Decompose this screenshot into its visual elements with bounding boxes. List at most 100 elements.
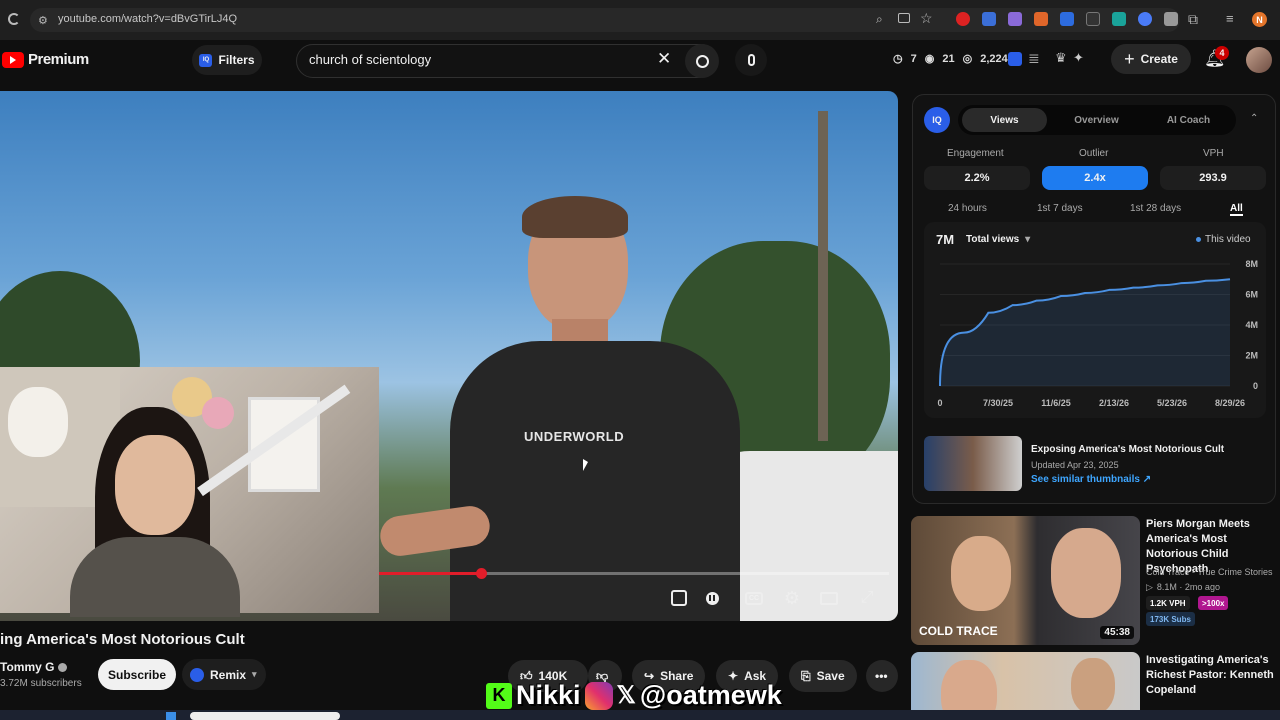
more-actions-button[interactable]: •••: [866, 660, 898, 692]
cursor-icon: [583, 459, 588, 471]
zoom-icon[interactable]: ⌕: [876, 12, 883, 27]
extension-blue-icon[interactable]: [982, 12, 996, 26]
clear-search-icon[interactable]: ✕: [657, 49, 671, 69]
subscribe-label: Subscribe: [107, 667, 167, 682]
account-avatar[interactable]: [1246, 47, 1272, 73]
range-7-days[interactable]: 1st 7 days: [1037, 203, 1083, 214]
rec-thumb-face-left: [951, 536, 1011, 611]
start-icon[interactable]: [166, 712, 176, 720]
profile-avatar-icon[interactable]: N: [1252, 12, 1267, 27]
tab-ai-coach[interactable]: AI Coach: [1146, 108, 1231, 132]
extension-circle-icon[interactable]: [1138, 12, 1152, 26]
extension-red-icon[interactable]: [956, 12, 970, 26]
chart-x-tick: 5/23/26: [1157, 398, 1187, 408]
filters-button[interactable]: IQ Filters: [192, 45, 262, 75]
chart-x-tick: 8/29/26: [1215, 398, 1245, 408]
url-text[interactable]: youtube.com/watch?v=dBvGTirLJ4Q: [58, 13, 237, 25]
chart-y-tick: 8M: [1245, 259, 1258, 269]
captions-icon: CC: [745, 591, 763, 605]
youtube-logo[interactable]: Premium: [2, 51, 89, 68]
similar-thumbnails-link[interactable]: See similar thumbnails ↗: [1031, 474, 1151, 485]
range-all[interactable]: All: [1230, 203, 1243, 216]
reload-icon[interactable]: [8, 13, 20, 25]
list-icon[interactable]: ≣: [1028, 50, 1040, 67]
rec-channel[interactable]: Cold Trace - True Crime Stories: [1146, 567, 1280, 577]
search-icon: [695, 54, 709, 68]
vidiq-menu-icon[interactable]: [1008, 52, 1022, 66]
progress-fill: [379, 572, 481, 575]
vph-label: VPH: [1203, 148, 1224, 159]
search-button[interactable]: [685, 44, 719, 78]
subscribe-button[interactable]: Subscribe: [98, 659, 176, 690]
total-views-label: Total views: [966, 234, 1020, 245]
reading-list-icon[interactable]: ≡: [1226, 11, 1234, 26]
save-label: Save: [816, 669, 845, 683]
vidiq-logo-icon[interactable]: IQ: [924, 107, 950, 133]
utility-pole: [818, 111, 828, 441]
person-shirt: [450, 341, 740, 621]
vidiq-header-stats: ◷ 7 ◉ 21 ◎ 2,224: [893, 52, 1008, 66]
theater-icon: [820, 591, 838, 605]
rec-thumbnail-2[interactable]: [911, 652, 1140, 712]
bookmark-star-icon[interactable]: ☆: [920, 10, 933, 27]
outlier-label: Outlier: [1079, 148, 1109, 159]
rec-thumbnail[interactable]: COLD TRACE 45:38: [911, 516, 1140, 645]
rec-subs-badge: 173K Subs: [1146, 612, 1195, 626]
extension-teal-icon[interactable]: [1112, 12, 1126, 26]
shirt-logo-text: UNDERWORLD: [524, 429, 625, 444]
chart-y-tick: 0: [1253, 381, 1258, 391]
fullscreen-button[interactable]: ⤢: [856, 587, 878, 609]
progress-scrubber[interactable]: [476, 568, 487, 579]
chart-legend: This video: [1196, 234, 1251, 245]
install-icon[interactable]: [898, 13, 910, 23]
youtube-play-icon: [2, 51, 24, 68]
webcam-overlay: [0, 367, 379, 617]
rec-meta: ▷ 8.1M · 2mo ago: [1146, 582, 1220, 593]
channel-name[interactable]: Tommy G: [0, 660, 68, 674]
collapse-chevron-icon[interactable]: ⌃: [1250, 113, 1258, 124]
gear-icon: ⚙: [783, 587, 801, 608]
tab-overview[interactable]: Overview: [1054, 108, 1139, 132]
rec-meta-text: 8.1M · 2mo ago: [1156, 582, 1220, 592]
outlier-value: 2.4x: [1042, 166, 1148, 190]
notification-badge: 4: [1215, 46, 1229, 60]
site-info-icon[interactable]: ⚙: [38, 14, 48, 27]
thumbnail-preview[interactable]: [924, 436, 1022, 491]
create-label: Create: [1140, 52, 1178, 66]
chart-x-tick: 0: [937, 398, 942, 408]
total-views-dropdown[interactable]: Total views ▾: [966, 234, 1030, 245]
chart-y-tick: 4M: [1245, 320, 1258, 330]
legend-dot: [1196, 237, 1201, 242]
taskbar-search[interactable]: [190, 712, 340, 720]
extension-gray-icon[interactable]: [1164, 12, 1178, 26]
extension-mc-icon[interactable]: [1086, 12, 1100, 26]
tab-views[interactable]: Views: [962, 108, 1047, 132]
voice-search-button[interactable]: [735, 44, 767, 76]
remix-button[interactable]: Remix ▾: [182, 659, 266, 690]
extension-orange-icon[interactable]: [1034, 12, 1048, 26]
vidiq-player-button[interactable]: [668, 587, 690, 609]
streamer-face: [115, 435, 195, 535]
captions-button[interactable]: CC: [743, 587, 765, 609]
rec-title-2[interactable]: Investigating America's Richest Pastor: …: [1146, 653, 1278, 698]
theater-mode-button[interactable]: [818, 587, 840, 609]
extensions-puzzle-icon[interactable]: ⧉: [1188, 11, 1198, 28]
vidiq-remix-icon: [190, 667, 204, 682]
create-button[interactable]: + Create: [1111, 44, 1191, 74]
settings-button[interactable]: ⚙: [781, 587, 803, 609]
pause-icon: [705, 591, 719, 605]
tab-views-label: Views: [990, 114, 1019, 126]
sparkle-icon[interactable]: ✦: [1073, 50, 1084, 66]
handle-tag: @oatmewk: [639, 680, 782, 710]
save-button[interactable]: ⎘ Save: [789, 660, 857, 692]
search-input[interactable]: church of scientology: [309, 52, 431, 67]
trophy-icon[interactable]: ♛: [1055, 50, 1067, 66]
range-24-hours[interactable]: 24 hours: [948, 203, 987, 214]
verified-icon: [58, 662, 68, 672]
stat-clock: 7: [910, 52, 917, 65]
pause-button[interactable]: [701, 587, 723, 609]
extension-purple-icon[interactable]: [1008, 12, 1022, 26]
more-dots-icon: •••: [875, 669, 888, 683]
extension-shield-icon[interactable]: [1060, 12, 1074, 26]
range-28-days[interactable]: 1st 28 days: [1130, 203, 1181, 214]
